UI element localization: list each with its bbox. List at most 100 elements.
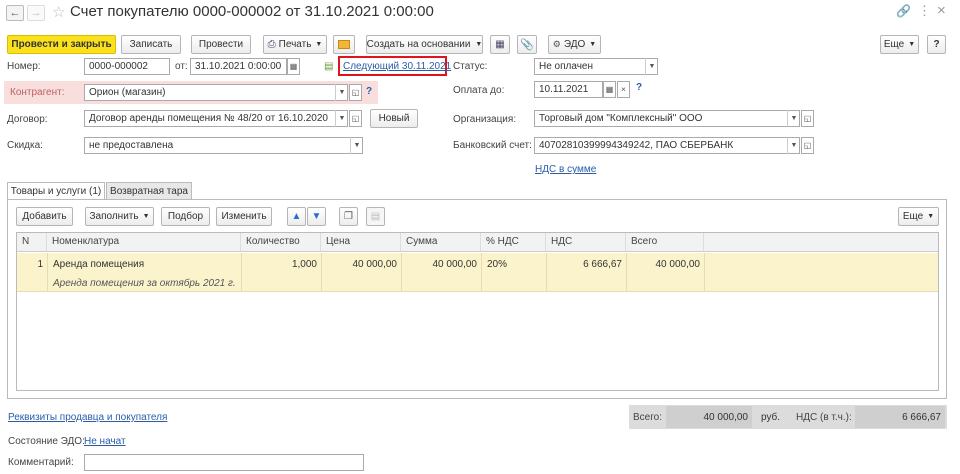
status-select[interactable]: Не оплачен <box>534 58 658 75</box>
table-more-label: Еще <box>902 211 924 222</box>
cell-nomenclature: Аренда помещения <box>53 259 145 270</box>
window-title: Счет покупателю 0000-000002 от 31.10.202… <box>70 3 434 20</box>
cell-sum: 40 000,00 <box>432 259 478 270</box>
attach-button[interactable]: 📎 <box>517 35 537 54</box>
chevron-down-icon: ▼ <box>315 41 323 48</box>
calendar-button[interactable]: ▦ <box>287 58 300 75</box>
link-icon[interactable]: 🔗 <box>896 4 911 18</box>
column-header-nomenclature[interactable]: Номенклатура <box>47 233 241 251</box>
bank-account-value: 40702810399994349242, ПАО СБЕРБАНК <box>539 140 734 151</box>
tab-returnable-containers[interactable]: Возвратная тара <box>106 182 192 199</box>
vat-total-label: НДС (в т.ч.): <box>796 412 852 423</box>
column-header-vat-rate[interactable]: % НДС <box>481 233 546 251</box>
add-row-button[interactable]: Добавить <box>16 207 73 226</box>
bank-account-field[interactable]: 40702810399994349242, ПАО СБЕРБАНК <box>534 137 800 154</box>
items-table: N Номенклатура Количество Цена Сумма % Н… <box>16 232 939 391</box>
nav-back-button[interactable]: ← <box>6 5 24 21</box>
requisites-link[interactable]: Реквизиты продавца и покупателя <box>8 412 167 423</box>
column-header-quantity[interactable]: Количество <box>241 233 321 251</box>
move-down-button[interactable]: ▼ <box>307 207 326 226</box>
close-icon[interactable]: × <box>937 2 946 19</box>
favorite-star-icon[interactable]: ☆ <box>52 3 65 21</box>
calendar-icon: ▦ <box>605 85 614 94</box>
print-button[interactable]: ⎙ Печать ▼ <box>263 35 327 54</box>
post-and-close-button[interactable]: Провести и закрыть <box>7 35 116 54</box>
chevron-down-icon: ▼ <box>908 41 916 48</box>
counterparty-value: Орион (магазин) <box>89 87 166 98</box>
comment-field[interactable] <box>84 454 364 471</box>
table-row[interactable]: 1 Аренда помещения Аренда помещения за о… <box>17 253 938 292</box>
bank-account-open-button[interactable]: ◱ <box>801 137 814 154</box>
mail-button[interactable] <box>333 35 355 54</box>
structure-button[interactable]: ▦ <box>490 35 510 54</box>
create-based-on-button[interactable]: Создать на основании ▼ <box>366 35 483 54</box>
cell-vat: 6 666,67 <box>583 259 622 270</box>
save-button[interactable]: Записать <box>121 35 181 54</box>
number-field[interactable]: 0000-000002 <box>84 58 170 75</box>
question-icon[interactable]: ? <box>636 82 642 93</box>
organization-field[interactable]: Торговый дом "Комплексный" ООО <box>534 110 800 127</box>
copy-row-button[interactable]: ❐ <box>339 207 358 226</box>
organization-open-button[interactable]: ◱ <box>801 110 814 127</box>
contract-dropdown-arrow[interactable]: ▼ <box>335 110 348 127</box>
fill-button[interactable]: Заполнить ▼ <box>85 207 154 226</box>
counterparty-dropdown-arrow[interactable]: ▼ <box>335 84 348 101</box>
pay-until-clear-button[interactable]: × <box>617 81 630 98</box>
column-header-vat[interactable]: НДС <box>546 233 626 251</box>
nav-forward-button[interactable]: → <box>27 5 45 21</box>
post-button[interactable]: Провести <box>191 35 251 54</box>
column-header-sum[interactable]: Сумма <box>401 233 481 251</box>
column-header-price[interactable]: Цена <box>321 233 401 251</box>
total-label: Всего: <box>633 412 662 423</box>
table-more-button[interactable]: Еще ▼ <box>898 207 939 226</box>
discount-label: Скидка: <box>7 140 43 151</box>
envelope-icon <box>338 40 350 49</box>
discount-select[interactable]: не предоставлена <box>84 137 363 154</box>
counterparty-field[interactable]: Орион (магазин) <box>84 84 348 101</box>
counterparty-open-button[interactable]: ◱ <box>349 84 362 101</box>
discount-value: не предоставлена <box>89 140 174 151</box>
number-label: Номер: <box>7 61 41 72</box>
tab-goods-services[interactable]: Товары и услуги (1) <box>7 182 105 200</box>
column-header-total[interactable]: Всего <box>626 233 704 251</box>
vat-in-sum-link[interactable]: НДС в сумме <box>535 164 596 175</box>
question-icon[interactable]: ? <box>366 86 372 97</box>
bank-account-dropdown-arrow[interactable]: ▼ <box>787 137 800 154</box>
open-icon: ◱ <box>803 114 812 123</box>
date-field[interactable]: 31.10.2021 0:00:00 <box>190 58 287 75</box>
open-icon: ◱ <box>803 141 812 150</box>
more-button[interactable]: Еще ▼ <box>880 35 919 54</box>
arrow-up-icon: ▲ <box>291 211 302 222</box>
organization-dropdown-arrow[interactable]: ▼ <box>787 110 800 127</box>
pay-until-calendar-button[interactable]: ▦ <box>603 81 616 98</box>
cell-price: 40 000,00 <box>352 259 398 270</box>
create-based-on-label: Создать на основании <box>366 39 471 50</box>
clear-icon: × <box>621 85 626 94</box>
change-button[interactable]: Изменить <box>216 207 272 226</box>
paperclip-icon: 📎 <box>520 39 534 51</box>
chevron-down-icon: ▼ <box>589 41 597 48</box>
column-header-n[interactable]: N <box>17 233 47 251</box>
discount-dropdown-arrow[interactable]: ▼ <box>350 137 363 154</box>
new-contract-button[interactable]: Новый <box>370 109 418 128</box>
chevron-down-icon: ▼ <box>475 41 483 48</box>
next-document-link[interactable]: Следующий 30.11.2021 <box>343 61 451 72</box>
contract-label: Договор: <box>7 114 48 125</box>
edo-state-link[interactable]: Не начат <box>84 436 126 447</box>
printer-icon: ⎙ <box>267 39 276 50</box>
status-dropdown-arrow[interactable]: ▼ <box>645 58 658 75</box>
bank-account-label: Банковский счет: <box>453 140 532 151</box>
contract-open-button[interactable]: ◱ <box>349 110 362 127</box>
copy-icon: ❐ <box>344 211 353 222</box>
edo-button[interactable]: ⚙ ЭДО ▼ <box>548 35 601 54</box>
paste-icon: ▤ <box>370 211 381 222</box>
select-button[interactable]: Подбор <box>161 207 210 226</box>
help-button[interactable]: ? <box>927 35 946 54</box>
paste-row-button[interactable]: ▤ <box>366 207 385 226</box>
move-up-button[interactable]: ▲ <box>287 207 306 226</box>
contract-field[interactable]: Договор аренды помещения № 48/20 от 16.1… <box>84 110 348 127</box>
status-label: Статус: <box>453 61 488 72</box>
more-options-icon[interactable]: ⋮ <box>918 3 931 19</box>
pay-until-field[interactable]: 10.11.2021 <box>534 81 603 98</box>
edo-state-label: Состояние ЭДО: <box>8 436 85 447</box>
